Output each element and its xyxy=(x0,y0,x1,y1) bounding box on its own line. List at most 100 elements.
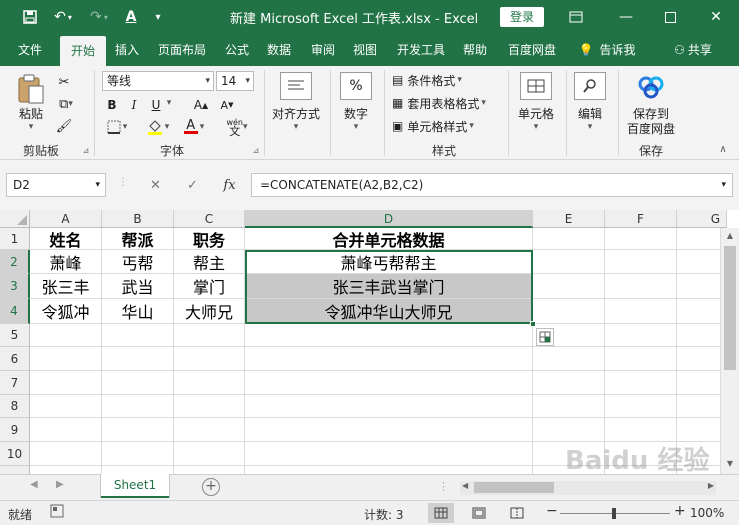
redo-icon[interactable]: ↷ ▾ xyxy=(84,0,114,34)
font-name-combo[interactable]: 等线 ▾ xyxy=(102,71,214,91)
row-header-11[interactable] xyxy=(0,466,30,474)
scroll-right-icon[interactable]: ▶ xyxy=(708,481,714,490)
undo-icon[interactable]: ↶ ▾ xyxy=(48,0,78,34)
insert-function-icon[interactable]: fx xyxy=(211,178,248,193)
cell-d2[interactable]: 萧峰丐帮帮主 xyxy=(245,250,532,273)
column-header-d[interactable]: D xyxy=(245,210,533,228)
login-button[interactable]: 登录 xyxy=(500,7,544,27)
cell-a2[interactable]: 萧峰 xyxy=(30,250,101,273)
baidu-netdisk-icon[interactable] xyxy=(636,72,666,102)
bold-button[interactable]: B xyxy=(104,96,120,114)
save-icon[interactable] xyxy=(16,0,44,34)
number-format-button[interactable]: 数字 xyxy=(336,106,376,121)
phonetic-guide-icon[interactable]: wén 文 ▾ xyxy=(222,116,252,138)
italic-button[interactable]: I xyxy=(126,96,142,114)
paste-icon[interactable] xyxy=(14,72,48,106)
row-header-9[interactable]: 9 xyxy=(0,418,30,442)
scroll-down-icon[interactable]: ▼ xyxy=(721,456,739,472)
alignment-icon[interactable] xyxy=(280,72,312,100)
tab-split-grip-icon[interactable]: ⋮ xyxy=(438,480,449,493)
underline-dropdown-icon[interactable]: ▾ xyxy=(164,98,174,108)
tab-page-layout[interactable]: 页面布局 xyxy=(152,34,212,66)
save-to-baidu-line1[interactable]: 保存到 xyxy=(624,106,678,121)
zoom-level[interactable]: 100% xyxy=(690,506,724,520)
percent-icon[interactable]: % xyxy=(340,72,372,100)
select-all-button[interactable] xyxy=(0,210,30,228)
cell-c3[interactable]: 掌门 xyxy=(174,274,244,298)
tab-developer[interactable]: 开发工具 xyxy=(392,34,450,66)
cell-styles-button[interactable]: ▣ 单元格样式 ▾ xyxy=(392,117,474,135)
cells-button[interactable]: 单元格 xyxy=(512,106,560,121)
ribbon-display-icon[interactable] xyxy=(556,0,596,34)
number-dropdown-icon[interactable]: ▾ xyxy=(349,122,363,132)
scroll-up-icon[interactable]: ▲ xyxy=(721,228,739,244)
column-header-f[interactable]: F xyxy=(605,210,677,228)
normal-view-icon[interactable] xyxy=(428,503,454,523)
tell-me-button[interactable]: 💡 告诉我 xyxy=(572,34,642,66)
column-header-c[interactable]: C xyxy=(174,210,245,228)
cell-a1[interactable]: 姓名 xyxy=(30,228,101,250)
macro-record-icon[interactable] xyxy=(50,504,64,521)
row-header-5[interactable]: 5 xyxy=(0,324,30,347)
clipboard-launcher-icon[interactable]: ⊿ xyxy=(80,144,92,156)
cell-c4[interactable]: 大师兄 xyxy=(174,299,244,323)
tab-view[interactable]: 视图 xyxy=(348,34,382,66)
tab-review[interactable]: 审阅 xyxy=(306,34,340,66)
fill-handle[interactable] xyxy=(530,321,536,327)
cancel-icon[interactable]: ✕ xyxy=(137,178,174,193)
font-launcher-icon[interactable]: ⊿ xyxy=(250,144,262,156)
cell-b3[interactable]: 武当 xyxy=(102,274,173,298)
close-icon[interactable]: ✕ xyxy=(696,0,736,34)
column-header-b[interactable]: B xyxy=(102,210,174,228)
shrink-font-button[interactable]: A ▼ xyxy=(218,96,236,114)
sheet-next-icon[interactable]: ▶ xyxy=(56,479,64,490)
sheet-tab-sheet1[interactable]: Sheet1 xyxy=(101,474,169,498)
tab-home[interactable]: 开始 xyxy=(60,36,106,66)
cells-icon[interactable] xyxy=(520,72,552,100)
collapse-ribbon-icon[interactable]: ∧ xyxy=(716,142,730,156)
maximize-icon[interactable] xyxy=(650,0,690,34)
column-header-g[interactable]: G xyxy=(677,210,727,228)
editing-dropdown-icon[interactable]: ▾ xyxy=(583,122,597,132)
grow-font-button[interactable]: A ▲ xyxy=(192,96,210,114)
enter-icon[interactable]: ✓ xyxy=(174,178,211,193)
scroll-left-icon[interactable]: ◀ xyxy=(462,481,468,490)
formula-input[interactable]: =CONCATENATE(A2,B2,C2) ▾ xyxy=(251,173,733,197)
cell-d3[interactable]: 张三丰武当掌门 xyxy=(245,274,532,298)
cell-a4[interactable]: 令狐冲 xyxy=(30,299,101,323)
cell-b1[interactable]: 帮派 xyxy=(102,228,173,250)
format-painter-icon[interactable]: 🖌 xyxy=(54,116,74,136)
font-size-combo[interactable]: 14 ▾ xyxy=(216,71,254,91)
format-as-table-button[interactable]: ▦ 套用表格格式 ▾ xyxy=(392,94,486,112)
row-header-6[interactable]: 6 xyxy=(0,347,30,371)
cell-d1[interactable]: 合并单元格数据 xyxy=(245,228,532,250)
add-sheet-icon[interactable]: + xyxy=(202,478,220,496)
alignment-dropdown-icon[interactable]: ▾ xyxy=(289,122,303,132)
zoom-out-button[interactable]: − xyxy=(546,503,558,519)
cut-icon[interactable]: ✂ xyxy=(54,72,74,92)
font-color-button[interactable]: A ▾ xyxy=(180,118,208,136)
tab-formulas[interactable]: 公式 xyxy=(220,34,254,66)
row-header-3[interactable]: 3 xyxy=(0,274,30,299)
vertical-scroll-thumb[interactable] xyxy=(724,246,736,370)
row-header-4[interactable]: 4 xyxy=(0,299,30,324)
minimize-icon[interactable]: — xyxy=(606,0,646,34)
cell-a3[interactable]: 张三丰 xyxy=(30,274,101,298)
underline-button[interactable]: U xyxy=(148,96,164,114)
row-header-1[interactable]: 1 xyxy=(0,228,30,250)
tab-insert[interactable]: 插入 xyxy=(110,34,144,66)
border-icon[interactable]: ▾ xyxy=(104,118,130,136)
share-button[interactable]: ⚇ 共享 xyxy=(668,34,718,66)
zoom-slider-thumb[interactable] xyxy=(612,508,616,519)
cell-c1[interactable]: 职务 xyxy=(174,228,244,250)
sheet-prev-icon[interactable]: ◀ xyxy=(30,479,38,490)
customize-quick-access-icon[interactable]: ▾ xyxy=(148,0,168,34)
name-box[interactable]: D2 ▾ xyxy=(6,173,106,197)
vertical-scrollbar[interactable]: ▲ ▼ xyxy=(720,228,739,474)
tab-data[interactable]: 数据 xyxy=(262,34,296,66)
paste-button[interactable]: 粘贴 xyxy=(14,106,48,121)
row-header-7[interactable]: 7 xyxy=(0,371,30,395)
tab-file[interactable]: 文件 xyxy=(8,34,52,66)
horizontal-scrollbar[interactable]: ◀ ▶ xyxy=(460,481,716,495)
page-layout-view-icon[interactable] xyxy=(466,503,492,523)
